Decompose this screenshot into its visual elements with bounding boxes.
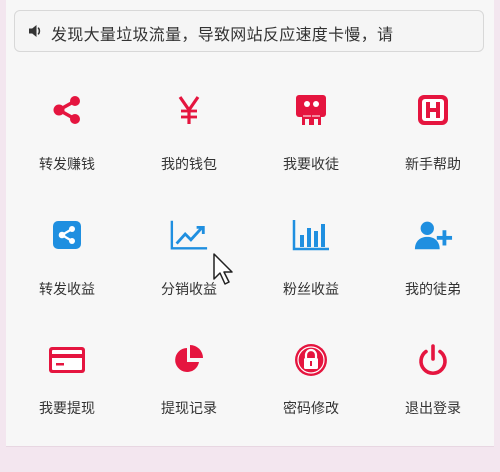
recruit-icon — [296, 95, 326, 125]
menu-item-withdraw-records[interactable]: 提现记录 — [128, 318, 250, 443]
bottom-bar — [6, 446, 494, 472]
menu-item-label: 转发赚钱 — [39, 157, 95, 173]
menu-item-withdraw[interactable]: 我要提现 — [6, 318, 128, 443]
bar-chart-icon — [292, 220, 329, 251]
yen-icon — [178, 96, 200, 124]
menu-item-label: 转发收益 — [39, 282, 95, 298]
menu-item-label: 我的徒弟 — [405, 282, 461, 298]
menu-item-label: 提现记录 — [161, 401, 217, 417]
menu-item-help[interactable]: 新手帮助 — [372, 68, 494, 193]
pie-chart-icon — [175, 345, 203, 372]
notice-text: 发现大量垃圾流量，导致网站反应速度卡慢，请 — [51, 25, 394, 44]
menu-item-label: 新手帮助 — [405, 157, 461, 173]
menu-grid: 转发赚钱 我的钱包 我要收徒 新手帮助 转发收益 分销收益 粉丝收益 我的徒弟 … — [6, 68, 494, 444]
mouse-cursor-icon — [213, 253, 233, 285]
power-icon — [419, 344, 447, 375]
menu-item-label: 密码修改 — [283, 401, 339, 417]
share-nodes-icon — [53, 96, 80, 124]
menu-item-my-wallet[interactable]: 我的钱包 — [128, 68, 250, 193]
menu-item-share-income[interactable]: 转发收益 — [6, 193, 128, 318]
help-h-icon — [418, 95, 448, 125]
menu-item-logout[interactable]: 退出登录 — [372, 318, 494, 443]
menu-item-change-password[interactable]: 密码修改 — [250, 318, 372, 443]
speaker-icon — [29, 25, 41, 37]
lock-icon — [295, 344, 327, 376]
share-box-icon — [53, 221, 81, 249]
menu-item-fans-income[interactable]: 粉丝收益 — [250, 193, 372, 318]
add-user-icon — [414, 221, 453, 250]
menu-item-label: 我要提现 — [39, 401, 95, 417]
menu-item-share-earn[interactable]: 转发赚钱 — [6, 68, 128, 193]
menu-item-label: 我的钱包 — [161, 157, 217, 173]
menu-item-my-apprentices[interactable]: 我的徒弟 — [372, 193, 494, 318]
notice-bar[interactable]: 发现大量垃圾流量，导致网站反应速度卡慢，请 — [14, 10, 484, 52]
line-chart-icon — [170, 220, 208, 250]
menu-item-label: 退出登录 — [405, 401, 461, 417]
credit-card-icon — [49, 347, 85, 373]
menu-item-label: 我要收徒 — [283, 157, 339, 173]
menu-item-label: 粉丝收益 — [283, 282, 339, 298]
menu-item-recruit[interactable]: 我要收徒 — [250, 68, 372, 193]
